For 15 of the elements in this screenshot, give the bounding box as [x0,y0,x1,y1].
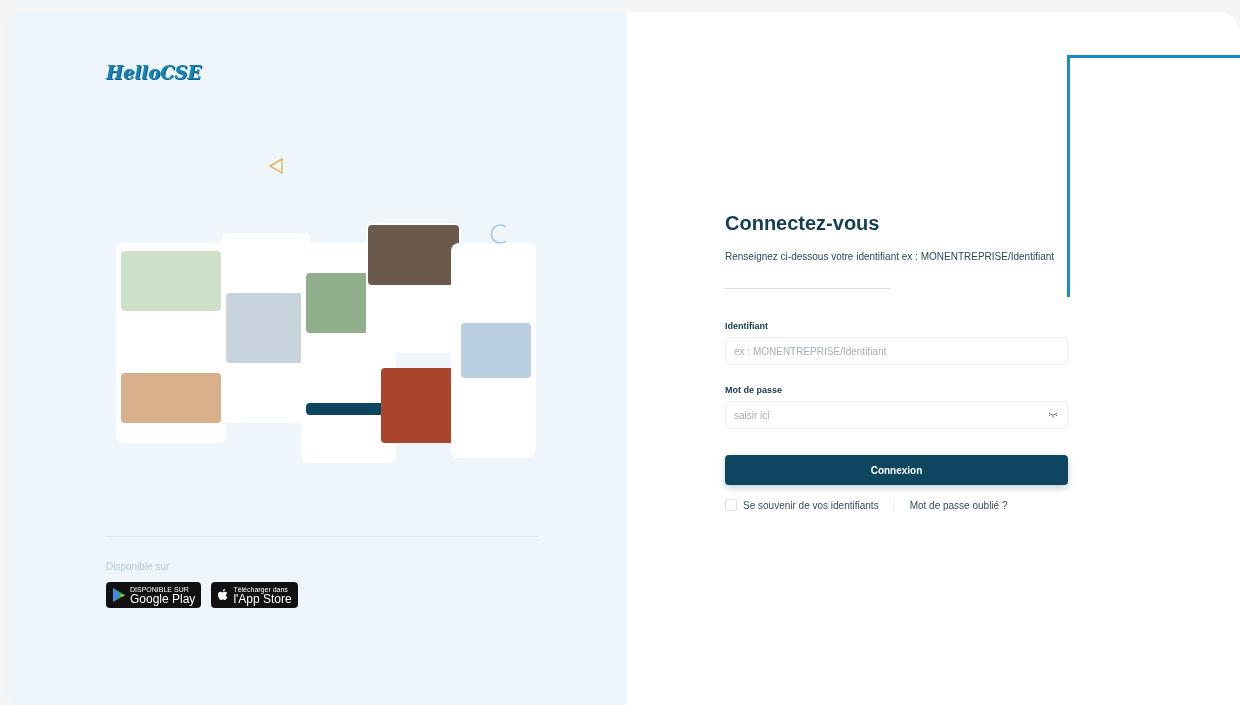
remember-label: Se souvenir de vos identifiants [743,499,894,511]
eye-closed-icon[interactable] [1048,412,1058,418]
field-label: Mot de passe [725,385,782,395]
apple-icon [217,588,230,602]
password-field[interactable]: saisir ici [725,401,1068,429]
forgot-password-link[interactable]: Mot de passe oublié ? [909,499,1008,511]
login-button[interactable]: Connexion [725,455,1068,485]
field-label: Identifiant [725,321,768,331]
username-field[interactable]: ex : MONENTREPRISE/Identifiant [725,337,1068,365]
play-icon [112,587,126,603]
login-title: Connectez-vous [725,212,880,235]
triangle-decoration [268,157,284,175]
logo: HelloCSE [106,62,202,83]
remember-checkbox[interactable] [725,499,737,511]
login-subtitle: Renseignez ci-dessous votre identifiant ex : MONENTREPRISE/Identifiant [725,251,1055,262]
